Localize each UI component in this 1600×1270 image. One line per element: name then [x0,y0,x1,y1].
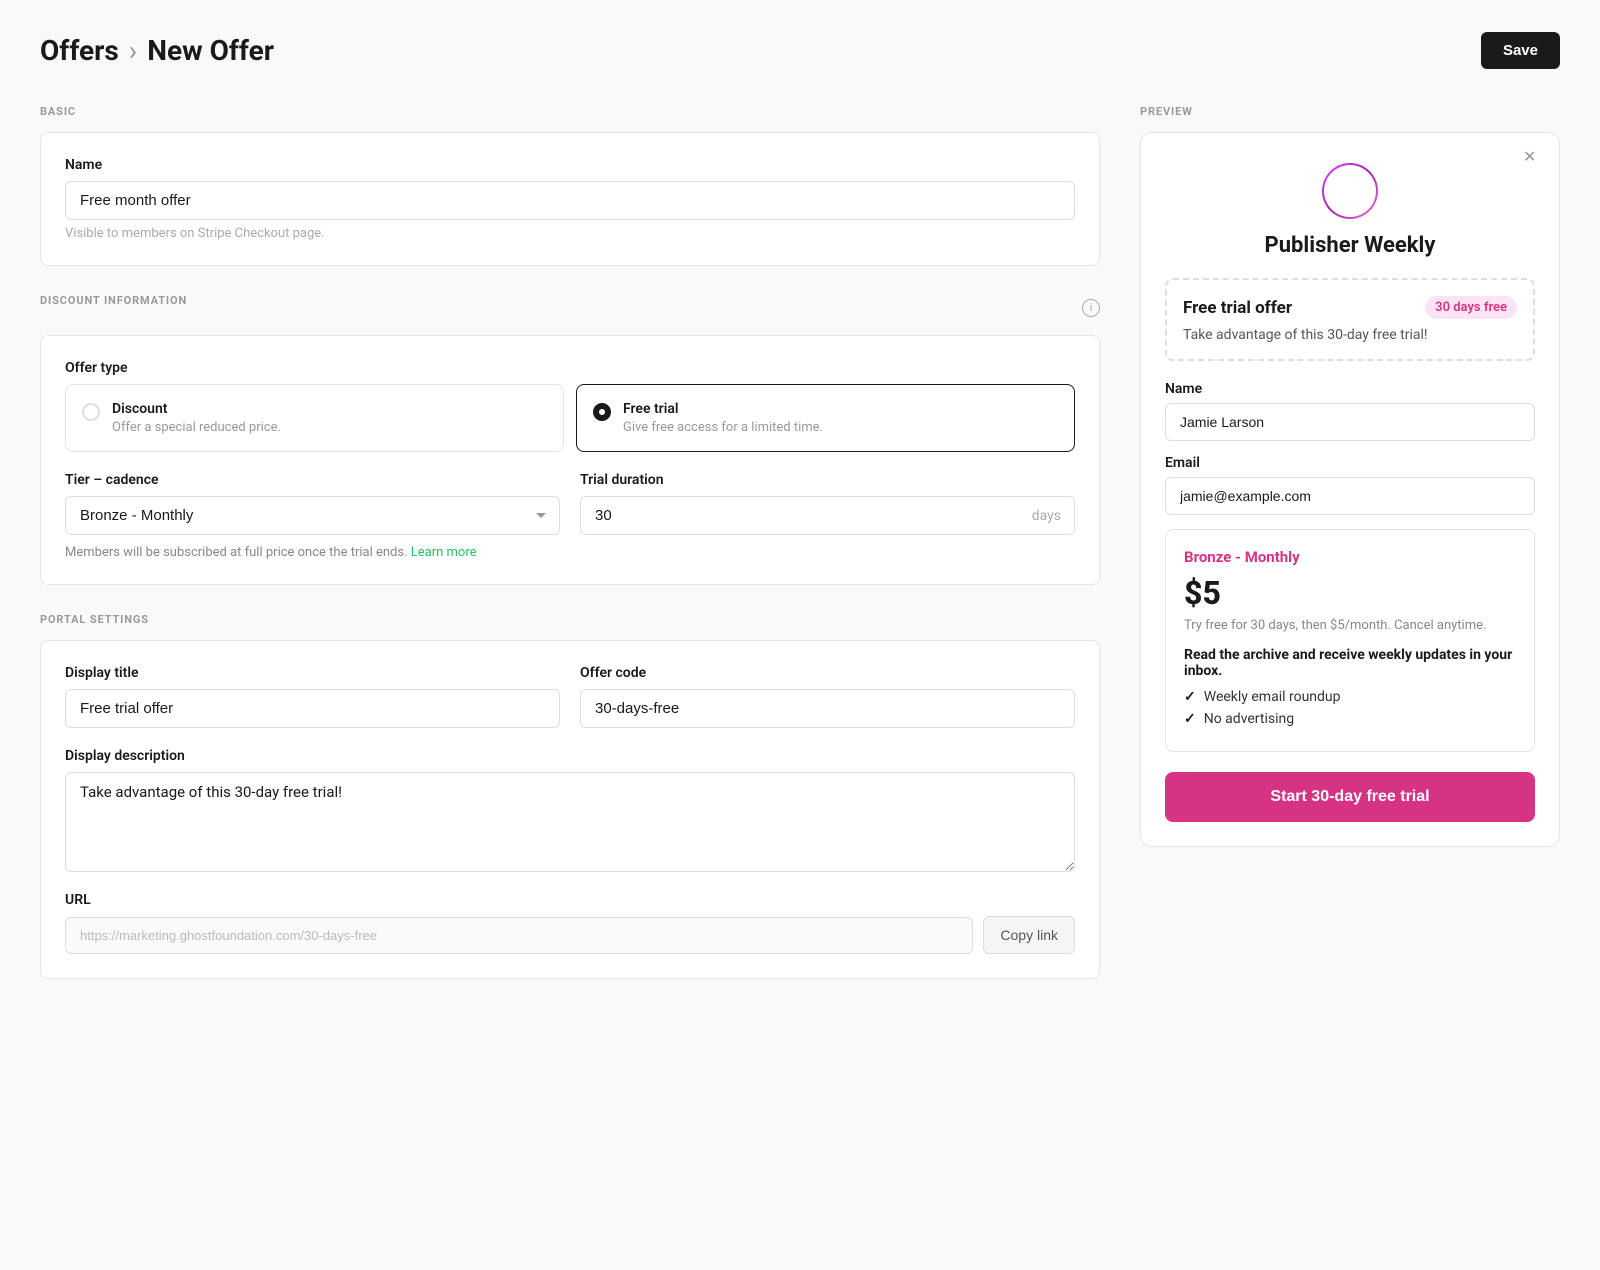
offer-code-input[interactable] [580,689,1075,728]
offer-box: Free trial offer 30 days free Take advan… [1165,278,1535,361]
left-column: BASIC Name Visible to members on Stripe … [40,105,1100,1007]
offer-type-label: Offer type [65,360,1075,376]
tier-cadence-field: Tier – cadence Bronze - Monthly [65,472,560,535]
duration-unit: days [1032,508,1061,524]
close-icon[interactable]: ✕ [1523,149,1543,169]
discount-card: Offer type Discount Offer a special redu… [40,335,1100,585]
trial-note: Members will be subscribed at full price… [65,545,1075,560]
discount-option[interactable]: Discount Offer a special reduced price. [65,384,564,452]
discount-section-header: DISCOUNT INFORMATION i [40,294,1100,321]
tier-name: Bronze - Monthly [1184,548,1516,566]
freetrial-radio[interactable] [593,403,611,421]
preview-section-label: PREVIEW [1140,105,1560,118]
display-title-input[interactable] [65,689,560,728]
discount-section-label: DISCOUNT INFORMATION [40,294,187,307]
breadcrumb: Offers › New Offer [40,34,274,67]
name-field-label: Name [65,157,1075,173]
display-title-label: Display title [65,665,560,681]
discount-title: Discount [112,401,281,417]
offer-box-desc: Take advantage of this 30-day free trial… [1183,327,1517,343]
trial-duration-input[interactable] [580,496,1075,535]
check-icon: ✓ [1184,711,1196,727]
url-label: URL [65,892,1075,908]
breadcrumb-sep: › [129,34,137,67]
display-desc-textarea[interactable]: Take advantage of this 30-day free trial… [65,772,1075,872]
basic-card: Name Visible to members on Stripe Checko… [40,132,1100,266]
discount-desc: Offer a special reduced price. [112,420,281,435]
copy-link-button[interactable]: Copy link [983,916,1075,954]
right-column: PREVIEW ✕ Publisher Weekly Free trial of… [1140,105,1560,1007]
feature-text: Weekly email roundup [1204,689,1341,705]
tier-trial-note: Try free for 30 days, then $5/month. Can… [1184,618,1516,633]
breadcrumb-parent[interactable]: Offers [40,34,119,67]
tier-duration-row: Tier – cadence Bronze - Monthly Trial du… [65,472,1075,535]
tier-price: $5 [1184,574,1516,612]
freetrial-desc: Give free access for a limited time. [623,420,823,435]
preview-name-input[interactable] [1165,403,1535,441]
portal-section-label: PORTAL SETTINGS [40,613,1100,626]
duration-input-wrap: days [580,496,1075,535]
save-button[interactable]: Save [1481,32,1560,69]
check-icon: ✓ [1184,689,1196,705]
url-input [65,917,973,954]
display-desc-label: Display description [65,748,1075,764]
name-field-hint: Visible to members on Stripe Checkout pa… [65,226,1075,241]
offer-type-row: Discount Offer a special reduced price. … [65,384,1075,452]
offer-box-title: Free trial offer [1183,298,1292,318]
tier-features: ✓ Weekly email roundup ✓ No advertising [1184,689,1516,727]
tier-cadence-label: Tier – cadence [65,472,560,488]
trial-duration-field: Trial duration days [580,472,1075,535]
feature-text: No advertising [1204,711,1294,727]
preview-logo [1322,163,1378,219]
basic-section-label: BASIC [40,105,1100,118]
preview-pub-name: Publisher Weekly [1165,233,1535,258]
display-title-field: Display title [65,665,560,728]
preview-card: ✕ Publisher Weekly Free trial offer 30 d… [1140,132,1560,847]
tier-cadence-select[interactable]: Bronze - Monthly [65,496,560,535]
start-trial-button[interactable]: Start 30-day free trial [1165,772,1535,822]
list-item: ✓ Weekly email roundup [1184,689,1516,705]
learn-more-link[interactable]: Learn more [411,545,477,560]
offer-box-header: Free trial offer 30 days free [1183,296,1517,319]
tier-card: Bronze - Monthly $5 Try free for 30 days… [1165,529,1535,752]
preview-name-field: Name [1165,381,1535,441]
offer-code-label: Offer code [580,665,1075,681]
preview-email-label: Email [1165,455,1535,471]
url-row: Copy link [65,916,1075,954]
breadcrumb-current: New Offer [147,34,274,67]
preview-email-input[interactable] [1165,477,1535,515]
name-input[interactable] [65,181,1075,220]
freetrial-option[interactable]: Free trial Give free access for a limite… [576,384,1075,452]
offer-badge: 30 days free [1425,296,1517,319]
preview-email-field: Email [1165,455,1535,515]
list-item: ✓ No advertising [1184,711,1516,727]
preview-logo-wrap [1165,163,1535,219]
info-icon[interactable]: i [1082,299,1100,317]
portal-two-col: Display title Offer code [65,665,1075,728]
trial-duration-label: Trial duration [580,472,1075,488]
tier-desc: Read the archive and receive weekly upda… [1184,647,1516,679]
portal-card: Display title Offer code Display descrip… [40,640,1100,979]
page-header: Offers › New Offer Save [40,32,1560,69]
offer-code-field: Offer code [580,665,1075,728]
preview-name-label: Name [1165,381,1535,397]
discount-radio[interactable] [82,403,100,421]
freetrial-title: Free trial [623,401,823,417]
